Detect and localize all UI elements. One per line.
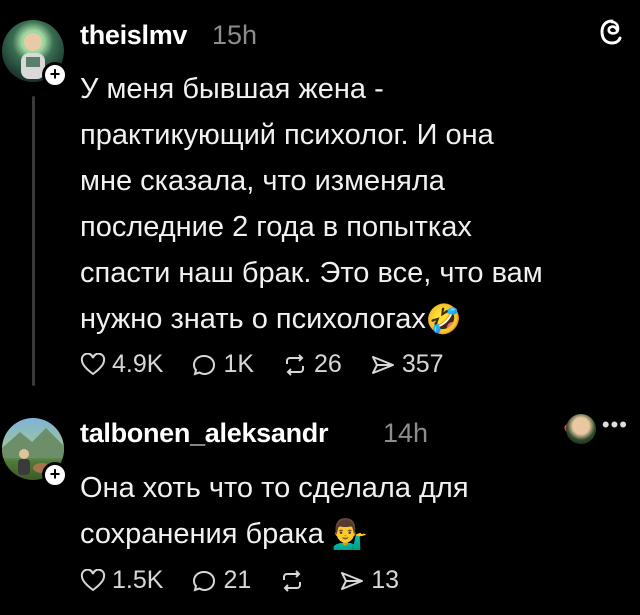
more-dots-icon[interactable]: •••	[602, 412, 628, 438]
username[interactable]: theislmv	[80, 20, 187, 51]
post-text: У меня бывшая жена - практикующий психол…	[80, 66, 543, 343]
post-time: 15h	[212, 20, 258, 50]
like-button[interactable]: 1.5K	[80, 566, 163, 595]
like-count: 1.5K	[112, 566, 164, 594]
liked-by-author-avatar	[566, 414, 596, 444]
reply-count: 1K	[223, 350, 255, 378]
like-count: 4.9K	[112, 350, 164, 378]
reply-button[interactable]: 1K	[191, 350, 254, 379]
heart-outline-icon	[80, 352, 106, 375]
person-tipping-hand-emoji: 💁‍♂️	[331, 519, 368, 552]
repost-count: 26	[314, 350, 342, 378]
heart-outline-icon	[80, 568, 106, 591]
speech-bubble-icon	[193, 570, 216, 592]
post-text: Она хоть что то сделала для сохранения б…	[80, 465, 469, 558]
repost-arrows-icon	[283, 569, 302, 592]
send-icon	[371, 355, 394, 374]
post-time: 14h	[383, 418, 429, 448]
send-icon	[341, 571, 364, 590]
speech-bubble-icon	[193, 354, 216, 376]
action-bar: 1.5K 21 13	[80, 566, 427, 595]
repost-arrows-icon	[286, 353, 305, 376]
action-bar: 4.9K 1K 26 357	[80, 350, 472, 379]
share-button[interactable]: 357	[370, 350, 444, 379]
like-button[interactable]: 4.9K	[80, 350, 163, 379]
reply-count: 21	[223, 566, 252, 594]
username[interactable]: talbonen_aleksandr	[80, 418, 328, 449]
rofl-emoji: 🤣	[425, 304, 462, 337]
repost-button[interactable]	[279, 569, 311, 593]
thread-line	[32, 96, 35, 386]
follow-plus-icon[interactable]: +	[42, 62, 68, 88]
share-count: 13	[371, 566, 400, 594]
post-text-content: Она хоть что то сделала для сохранения б…	[80, 472, 469, 550]
repost-button[interactable]: 26	[282, 350, 342, 379]
reply-button[interactable]: 21	[191, 566, 251, 595]
threads-logo-icon[interactable]	[598, 18, 626, 46]
share-button[interactable]: 13	[339, 566, 399, 595]
post-text-content: У меня бывшая жена - практикующий психол…	[80, 73, 543, 335]
follow-plus-icon[interactable]: +	[42, 462, 68, 488]
post-1: + theislmv 15h У меня бывшая жена - прак…	[0, 0, 640, 400]
share-count: 357	[401, 350, 444, 378]
